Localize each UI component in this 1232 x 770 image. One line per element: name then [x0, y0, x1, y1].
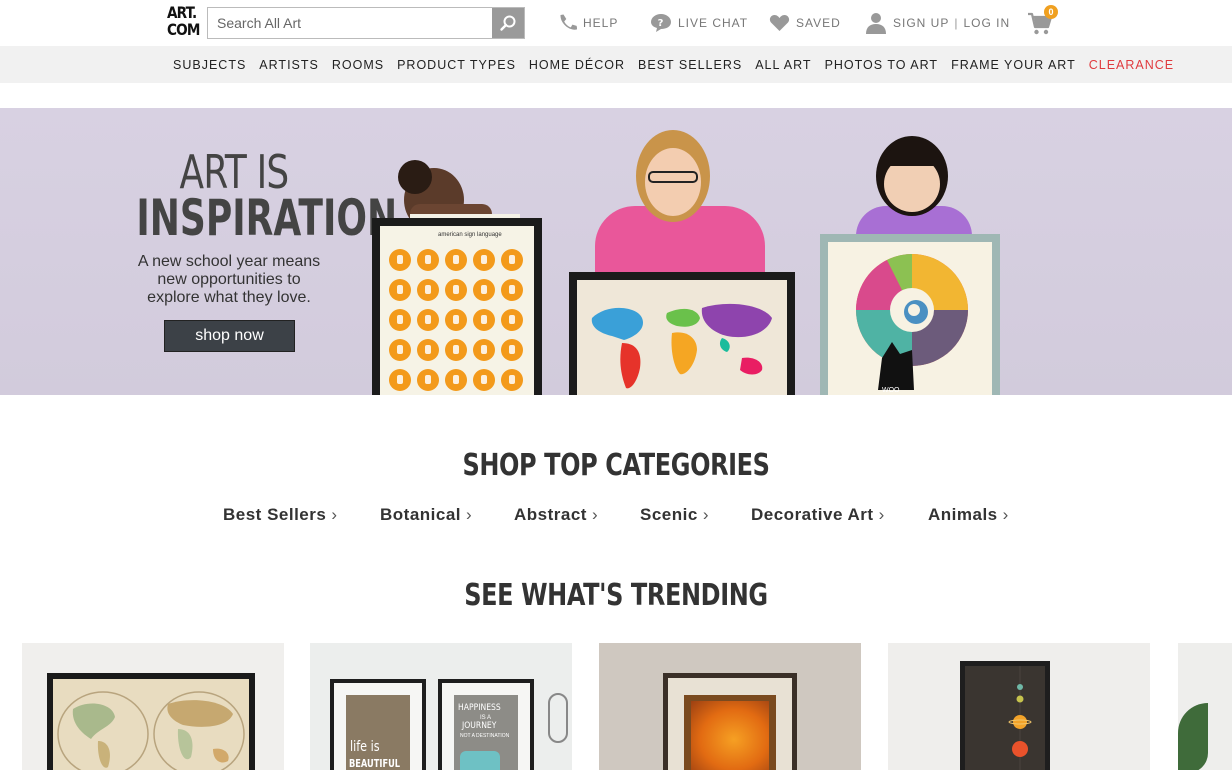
category-botanical[interactable]: Botanical › — [380, 505, 472, 525]
hero-title-line-2: INSPIRATION — [136, 189, 398, 247]
category-label: Scenic — [640, 505, 698, 524]
heart-icon — [769, 14, 790, 32]
logo-line-1: ART. — [167, 3, 197, 22]
category-best-sellers[interactable]: Best Sellers › — [223, 505, 338, 525]
chevron-right-icon: › — [331, 505, 338, 524]
search-button[interactable] — [492, 8, 524, 38]
search-icon — [500, 15, 516, 31]
card-text-not-a-destination: NOT A DESTINATION — [460, 733, 510, 739]
chevron-right-icon: › — [466, 505, 473, 524]
trending-card-world-map[interactable] — [22, 643, 284, 770]
poster-spiral: WOO — [820, 234, 1000, 395]
nav-item-home-decor[interactable]: HOME DÉCOR — [529, 58, 625, 72]
trending-card-plant[interactable] — [1178, 643, 1232, 770]
category-animals[interactable]: Animals › — [928, 505, 1009, 525]
trending-card-flaming-june[interactable] — [599, 643, 861, 770]
category-label: Best Sellers — [223, 505, 327, 524]
chevron-right-icon: › — [1002, 505, 1009, 524]
nav-item-frame-your-art[interactable]: FRAME YOUR ART — [951, 58, 1076, 72]
main-nav: SUBJECTS ARTISTS ROOMS PRODUCT TYPES HOM… — [0, 46, 1232, 83]
svg-text:?: ? — [658, 18, 665, 29]
card-text-beautiful: BEAUTIFUL — [349, 757, 401, 770]
nav-item-photos-to-art[interactable]: PHOTOS TO ART — [825, 58, 939, 72]
nav-item-product-types[interactable]: PRODUCT TYPES — [397, 58, 516, 72]
category-label: Decorative Art — [751, 505, 874, 524]
category-abstract[interactable]: Abstract › — [514, 505, 598, 525]
poster-spiral-label: WOO — [882, 387, 900, 394]
hero-subtitle-line: explore what they love. — [147, 289, 311, 306]
poster-world-map — [569, 272, 795, 395]
user-icon — [865, 12, 887, 34]
card-text-happiness: HAPPINESS — [458, 703, 501, 713]
category-links: Best Sellers › Botanical › Abstract › Sceni… — [0, 505, 1232, 529]
account-separator: | — [954, 16, 959, 30]
planets-art — [1008, 666, 1032, 770]
site-logo[interactable]: ART. COM — [167, 3, 200, 42]
saved-label: SAVED — [796, 16, 841, 30]
live-chat-label: LIVE CHAT — [678, 16, 749, 30]
trending-heading: SEE WHAT'S TRENDING — [464, 578, 768, 613]
nav-item-rooms[interactable]: ROOMS — [332, 58, 384, 72]
nav-item-subjects[interactable]: SUBJECTS — [173, 58, 246, 72]
help-link[interactable]: HELP — [557, 0, 618, 46]
nav-item-best-sellers[interactable]: BEST SELLERS — [638, 58, 742, 72]
chevron-right-icon: › — [878, 505, 885, 524]
categories-heading: SHOP TOP CATEGORIES — [462, 448, 770, 483]
spiral-art — [856, 254, 968, 390]
log-in-link[interactable]: LOG IN — [963, 16, 1010, 30]
card-text-journey: JOURNEY — [462, 721, 497, 731]
antique-map-art — [57, 691, 245, 770]
live-chat-link[interactable]: ? LIVE CHAT — [650, 0, 748, 46]
nav-item-artists[interactable]: ARTISTS — [259, 58, 319, 72]
shop-now-button[interactable]: shop now — [164, 320, 295, 352]
chat-bubble-icon: ? — [650, 13, 672, 33]
account-links: SIGN UP | LOG IN — [865, 0, 1010, 46]
help-label: HELP — [583, 16, 619, 30]
world-map-art — [591, 303, 772, 389]
poster-sign-language: american sign language — [372, 218, 542, 395]
hero-subtitle-line: new opportunities to — [157, 271, 301, 288]
category-decorative-art[interactable]: Decorative Art › — [751, 505, 885, 525]
phone-icon — [557, 12, 577, 34]
nav-item-clearance[interactable]: CLEARANCE — [1089, 58, 1174, 72]
trending-card-solar-system[interactable] — [888, 643, 1150, 770]
nav-item-all-art[interactable]: ALL ART — [755, 58, 811, 72]
saved-link[interactable]: SAVED — [769, 0, 841, 46]
cart-count-badge: 0 — [1044, 5, 1058, 19]
category-label: Botanical — [380, 505, 462, 524]
logo-line-2: COM — [167, 20, 200, 39]
category-label: Animals — [928, 505, 998, 524]
search-input[interactable] — [208, 8, 493, 38]
cart-button[interactable]: 0 — [1027, 5, 1061, 37]
sign-language-grid — [389, 249, 523, 391]
hero-banner[interactable]: ART IS INSPIRATION A new school year mea… — [0, 108, 1232, 395]
poster-sign-language-label: american sign language — [438, 232, 502, 238]
search-box — [207, 7, 525, 39]
chevron-right-icon: › — [591, 505, 599, 524]
chevron-right-icon: › — [702, 505, 709, 524]
category-label: Abstract — [514, 505, 587, 524]
site-header: ART. COM HELP ? LIVE CHAT SAVED — [0, 0, 1232, 46]
hero-subtitle-line: A new school year means — [137, 253, 321, 270]
category-scenic[interactable]: Scenic › — [640, 505, 709, 525]
hero-subtitle: A new school year means new opportunitie… — [124, 253, 334, 307]
trending-card-typography-prints[interactable]: life is BEAUTIFUL HAPPINESS IS A JOURNEY… — [310, 643, 572, 770]
sign-up-link[interactable]: SIGN UP — [893, 16, 949, 30]
card-text-life-is: life is — [350, 739, 380, 755]
